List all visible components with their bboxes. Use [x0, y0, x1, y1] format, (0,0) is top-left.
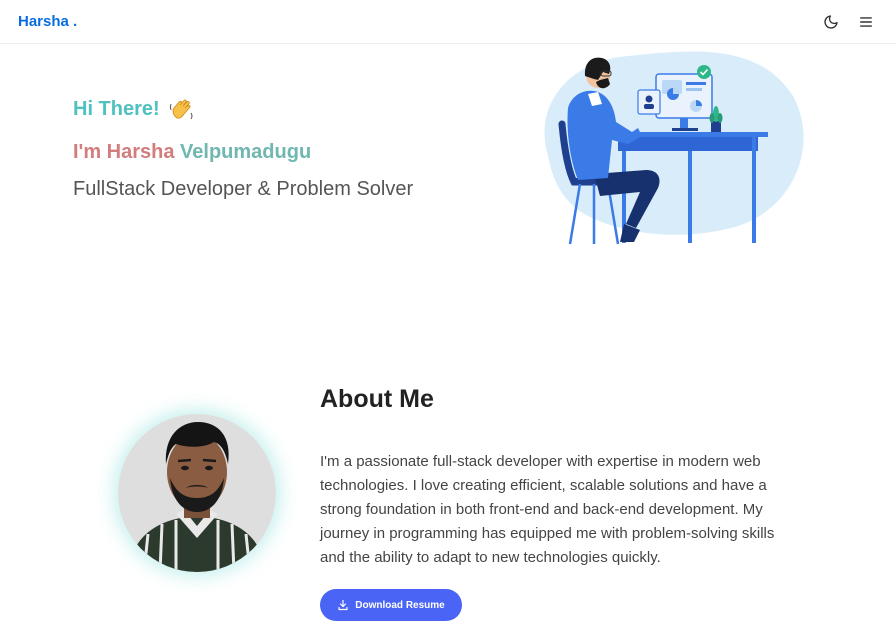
download-icon [338, 599, 348, 611]
avatar [118, 414, 276, 572]
developer-at-desk-illustration [544, 51, 804, 245]
download-resume-button[interactable]: Download Resume [320, 589, 462, 621]
hero-name: I'm Harsha Velpumadugu [73, 141, 311, 164]
hero-role: FullStack Developer & Problem Solver [73, 178, 414, 200]
theme-toggle-button[interactable] [821, 12, 841, 32]
about-title: About Me [320, 385, 434, 413]
about-paragraph: I'm a passionate full-stack developer wi… [320, 453, 775, 566]
name-last: Velpumadugu [180, 141, 312, 163]
site-logo[interactable]: Harsha . [18, 13, 77, 30]
hero-greeting: Hi There! [73, 96, 196, 122]
waving-hand-icon [169, 99, 193, 120]
moon-icon [824, 15, 838, 29]
profile-photo [118, 414, 276, 572]
download-resume-label: Download Resume [355, 599, 445, 611]
navbar: Harsha . [0, 0, 896, 44]
menu-button[interactable] [856, 12, 876, 32]
name-first: I'm Harsha [73, 141, 175, 163]
greeting-text: Hi There! [73, 97, 160, 120]
hamburger-menu-icon [860, 17, 872, 27]
